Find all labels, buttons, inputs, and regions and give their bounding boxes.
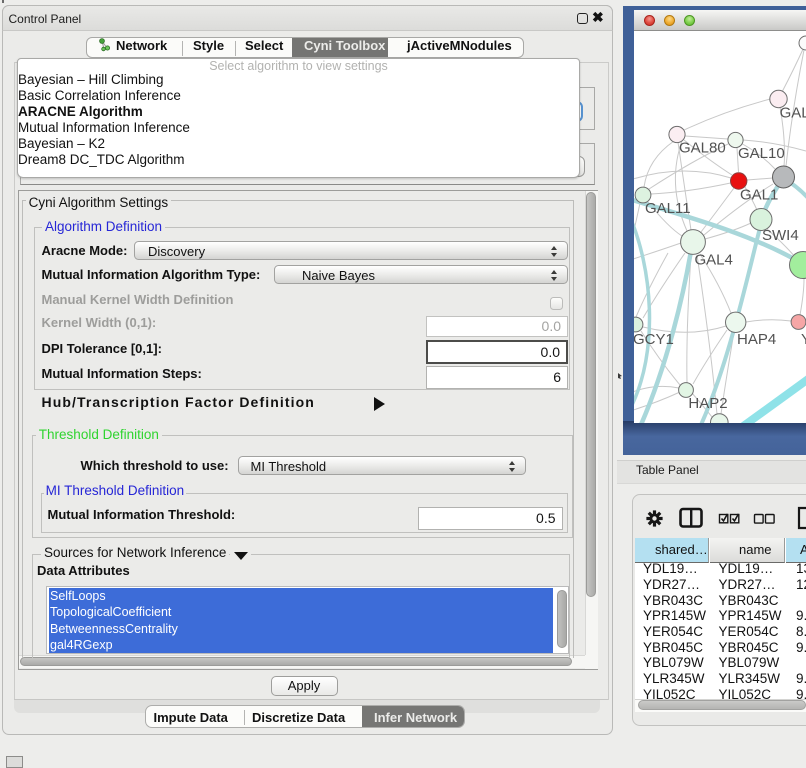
svg-text:GAL80: GAL80 xyxy=(679,139,726,156)
svg-text:GAL11: GAL11 xyxy=(645,200,691,217)
svg-text:GAL1: GAL1 xyxy=(740,186,778,203)
svg-text:SWI4: SWI4 xyxy=(762,227,799,244)
svg-text:GAL10: GAL10 xyxy=(738,145,785,162)
svg-text:HAP4: HAP4 xyxy=(737,330,776,347)
svg-text:HAP2: HAP2 xyxy=(688,395,727,412)
svg-text:GAL4: GAL4 xyxy=(695,251,733,268)
svg-text:YM: YM xyxy=(801,330,806,347)
svg-text:GAL2: GAL2 xyxy=(780,104,806,121)
svg-text:GCY1: GCY1 xyxy=(634,330,674,347)
